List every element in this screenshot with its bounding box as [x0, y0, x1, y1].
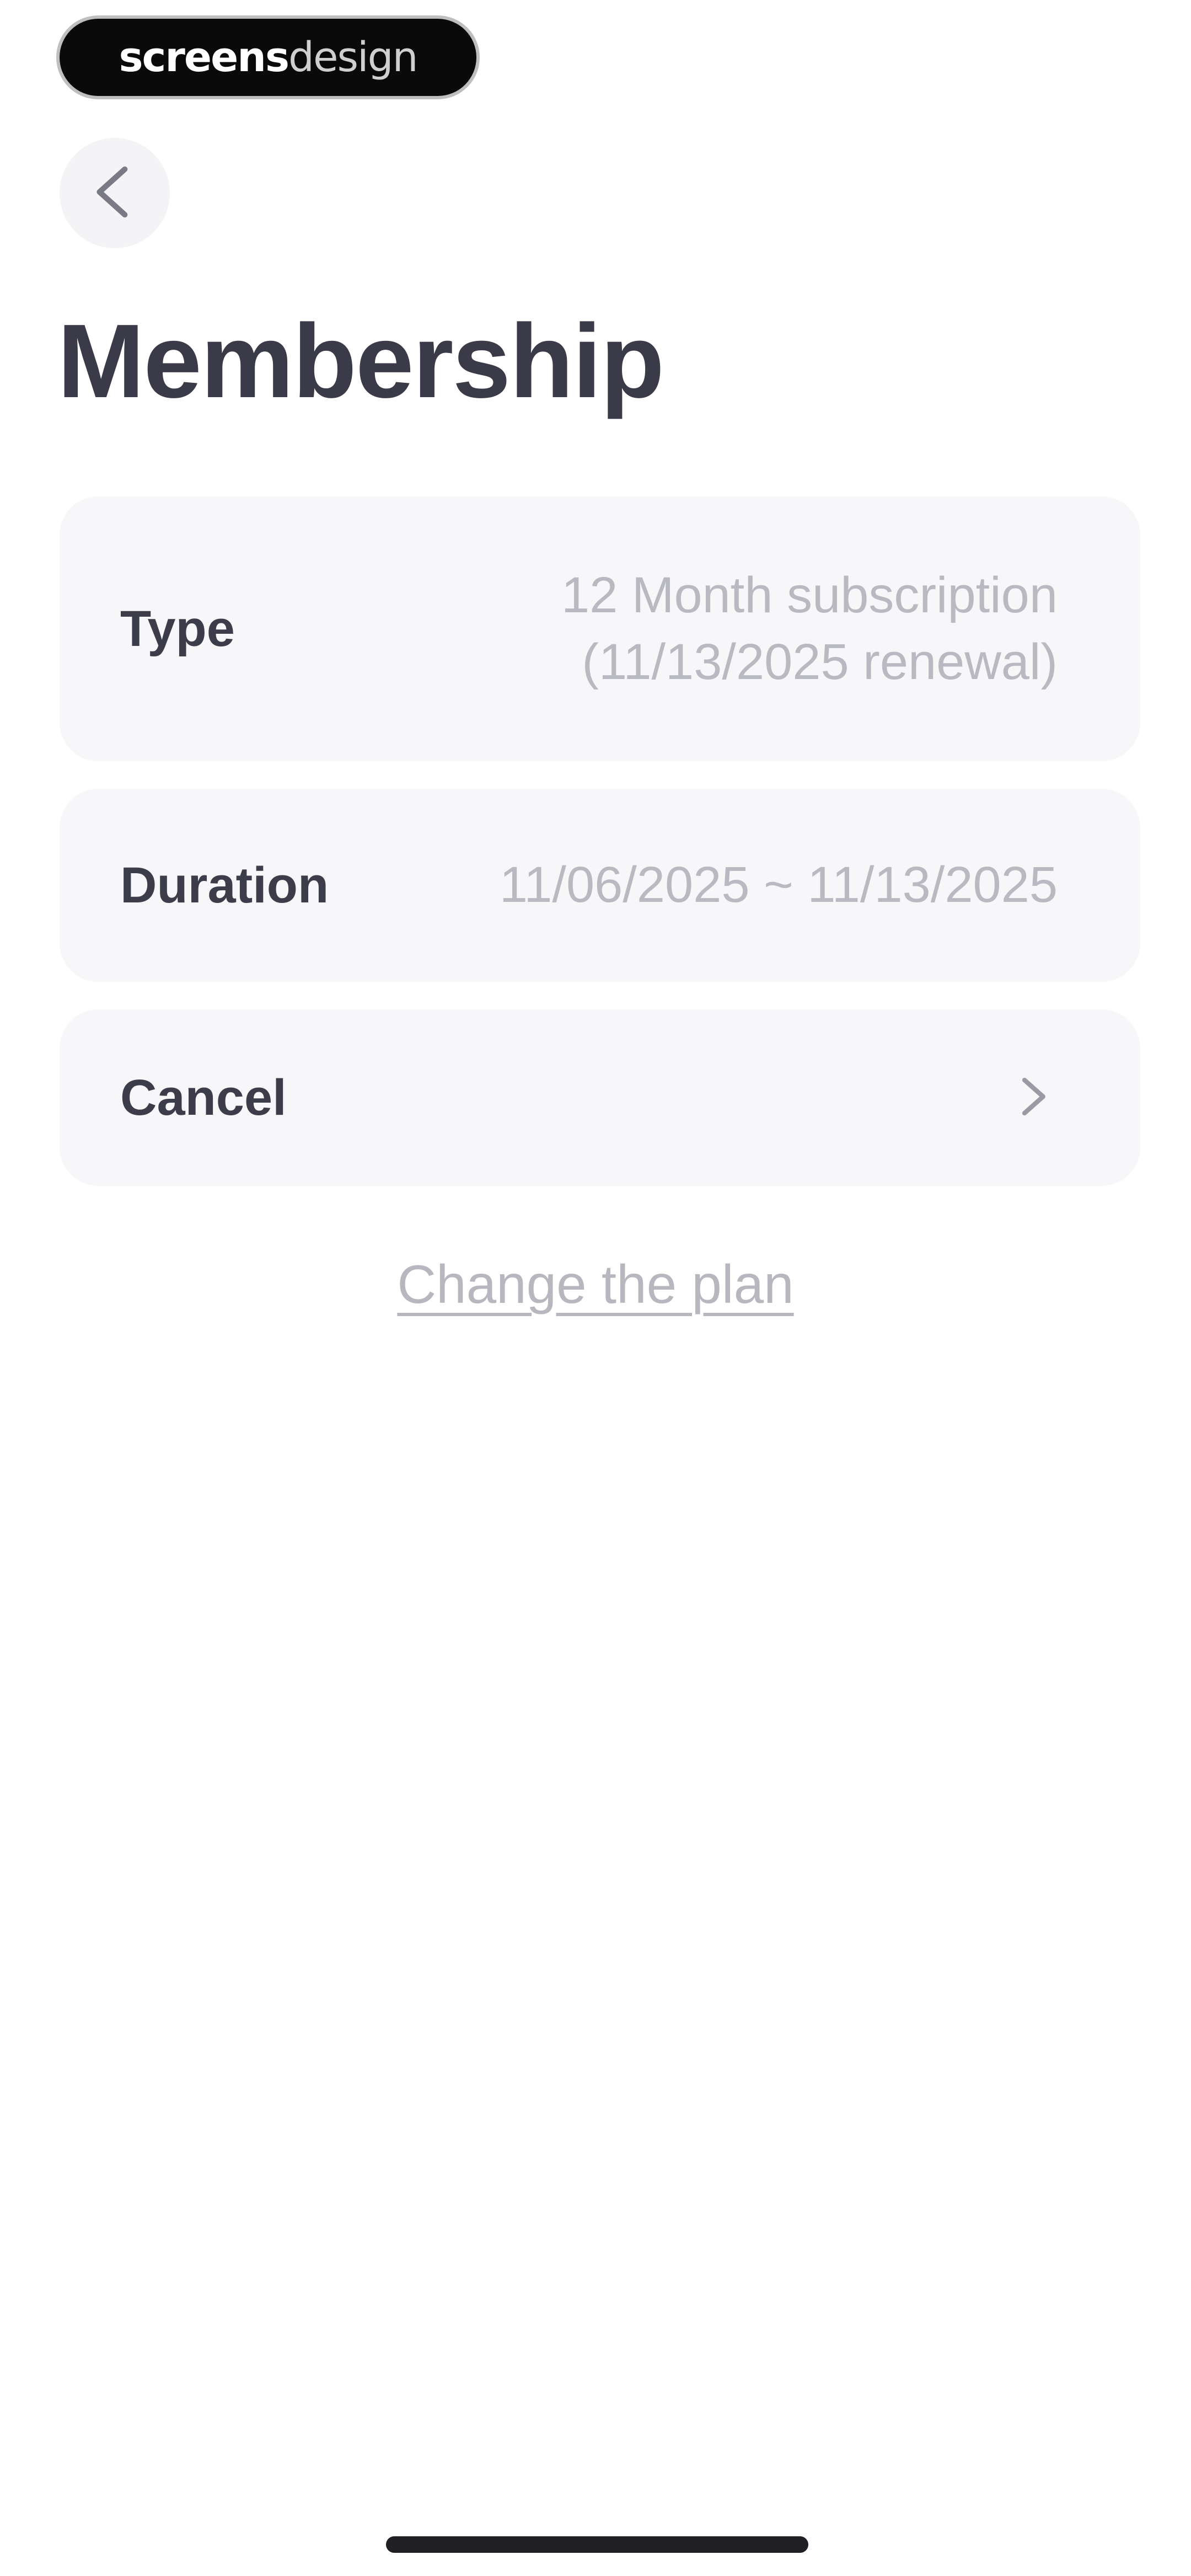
- membership-duration-row: Duration 11/06/2025 ~ 11/13/2025: [60, 789, 1140, 982]
- type-value-line2: (11/13/2025 renewal): [582, 634, 1058, 690]
- chevron-right-icon: [1008, 1072, 1058, 1124]
- home-indicator[interactable]: [386, 2536, 808, 2553]
- type-value-line1: 12 Month subscription: [561, 566, 1058, 623]
- membership-type-row: Type 12 Month subscription (11/13/2025 r…: [60, 496, 1140, 761]
- screensdesign-watermark: screensdesign: [60, 19, 476, 96]
- page-title: Membership: [57, 303, 664, 420]
- type-value: 12 Month subscription (11/13/2025 renewa…: [561, 562, 1058, 696]
- watermark-text: screensdesign: [119, 34, 418, 81]
- duration-label: Duration: [120, 857, 329, 913]
- type-label: Type: [120, 600, 235, 657]
- change-plan-link[interactable]: Change the plan: [0, 1253, 1191, 1316]
- cancel-membership-row[interactable]: Cancel: [60, 1009, 1140, 1186]
- cancel-label: Cancel: [120, 1069, 287, 1126]
- back-button[interactable]: [60, 138, 170, 248]
- chevron-left-icon: [84, 162, 145, 225]
- duration-value: 11/06/2025 ~ 11/13/2025: [499, 857, 1058, 913]
